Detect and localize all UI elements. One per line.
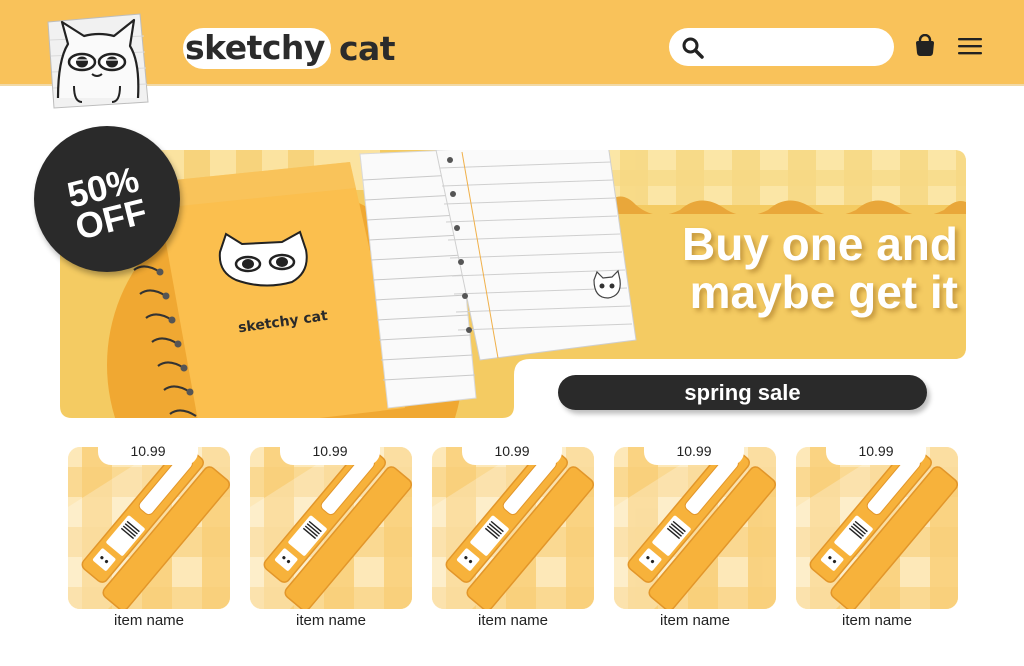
product-name[interactable]: item name (250, 612, 412, 629)
product-image[interactable] (614, 447, 776, 609)
product-image[interactable] (432, 447, 594, 609)
product-card[interactable]: 10.99 item name (432, 438, 594, 634)
discount-badge-text: 50% OFF (28, 153, 186, 252)
product-name[interactable]: item name (796, 612, 958, 629)
product-price: 10.99 (826, 438, 926, 465)
pencil-case-image (68, 447, 230, 609)
product-price: 10.99 (462, 438, 562, 465)
shopping-bag-icon[interactable] (914, 34, 936, 58)
product-grid: 10.99 item name 10.99 item name 10.99 it… (68, 438, 958, 638)
brand-wordmark[interactable]: sketchy cat (183, 26, 396, 70)
product-name[interactable]: item name (68, 612, 230, 629)
product-price: 10.99 (644, 438, 744, 465)
search-input[interactable] (711, 34, 885, 62)
hero-headline: Buy one and maybe get it (600, 220, 958, 316)
search-bar[interactable] (669, 28, 894, 66)
brand-word-cat: cat (338, 28, 396, 68)
brand-word-sketchy: sketchy (183, 27, 331, 69)
pencil-case-image (250, 447, 412, 609)
product-image[interactable] (250, 447, 412, 609)
product-card[interactable]: 10.99 item name (250, 438, 412, 634)
hero-headline-line2: maybe get it (689, 266, 958, 318)
product-card[interactable]: 10.99 item name (68, 438, 230, 634)
pencil-case-image (796, 447, 958, 609)
discount-badge[interactable]: 50% OFF (34, 126, 180, 272)
product-name[interactable]: item name (614, 612, 776, 629)
hero-headline-line1: Buy one and (681, 218, 958, 270)
product-name[interactable]: item name (432, 612, 594, 629)
product-price: 10.99 (98, 438, 198, 465)
product-card[interactable]: 10.99 item name (796, 438, 958, 634)
pencil-case-image (432, 447, 594, 609)
spring-sale-button[interactable]: spring sale (558, 375, 927, 410)
product-price: 10.99 (280, 438, 380, 465)
pencil-case-image (614, 447, 776, 609)
search-icon[interactable] (681, 36, 705, 60)
product-image[interactable] (68, 447, 230, 609)
logo-cat-sketch[interactable] (44, 10, 154, 112)
product-image[interactable] (796, 447, 958, 609)
hamburger-menu-icon[interactable] (958, 36, 982, 56)
product-card[interactable]: 10.99 item name (614, 438, 776, 634)
